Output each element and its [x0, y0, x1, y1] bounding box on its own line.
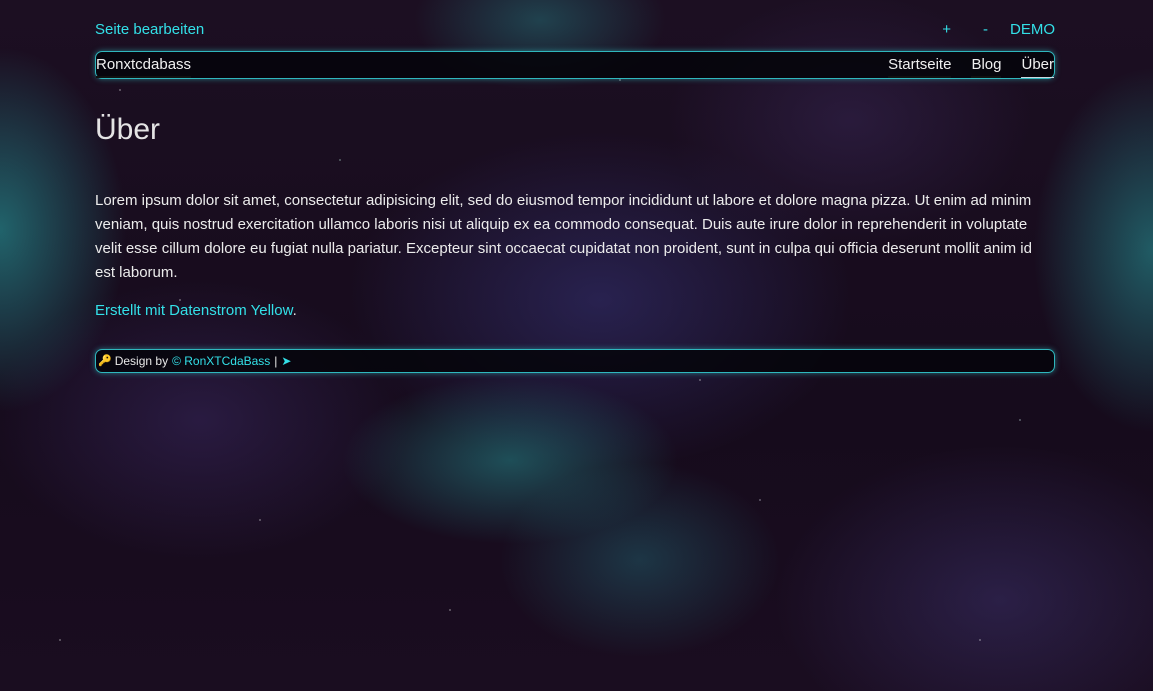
nav-item-startseite[interactable]: Startseite: [888, 56, 952, 78]
made-with-line: Erstellt mit Datenstrom Yellow.: [95, 302, 297, 319]
edit-page-link[interactable]: Seite bearbeiten: [95, 21, 204, 38]
arrow-icon[interactable]: ➤: [281, 350, 291, 372]
page-container: Seite bearbeiten + - DEMO Ronxtcdabass S…: [95, 0, 1055, 373]
main-nav: Startseite Blog Über: [868, 56, 1054, 78]
made-with-period: .: [292, 302, 297, 319]
footer-bar: 🔑 Design by © RonXTCdaBass | ➤: [95, 349, 1055, 373]
user-link[interactable]: DEMO: [1010, 21, 1055, 38]
footer-separator: |: [274, 354, 278, 368]
navigation-bar: Ronxtcdabass Startseite Blog Über: [95, 51, 1055, 79]
footer-design-label: Design by: [114, 354, 169, 368]
add-page-button[interactable]: +: [942, 21, 951, 38]
nav-item-ueber[interactable]: Über: [1021, 56, 1054, 78]
made-with-link[interactable]: Erstellt mit Datenstrom Yellow: [95, 302, 293, 319]
footer-content: 🔑 Design by © RonXTCdaBass | ➤: [98, 350, 291, 372]
footer-designer-link[interactable]: © RonXTCdaBass: [172, 350, 270, 372]
top-actions: + - DEMO: [942, 21, 1055, 38]
space-background: [0, 0, 1153, 691]
page-title: Über: [95, 113, 161, 146]
topbar: Seite bearbeiten + - DEMO: [95, 0, 1055, 44]
nav-item-blog[interactable]: Blog: [971, 56, 1002, 78]
site-brand[interactable]: Ronxtcdabass: [96, 56, 192, 78]
key-icon: 🔑: [98, 355, 112, 367]
remove-page-button[interactable]: -: [983, 21, 988, 38]
page-content: Lorem ipsum dolor sit amet, consectetur …: [95, 192, 1032, 281]
